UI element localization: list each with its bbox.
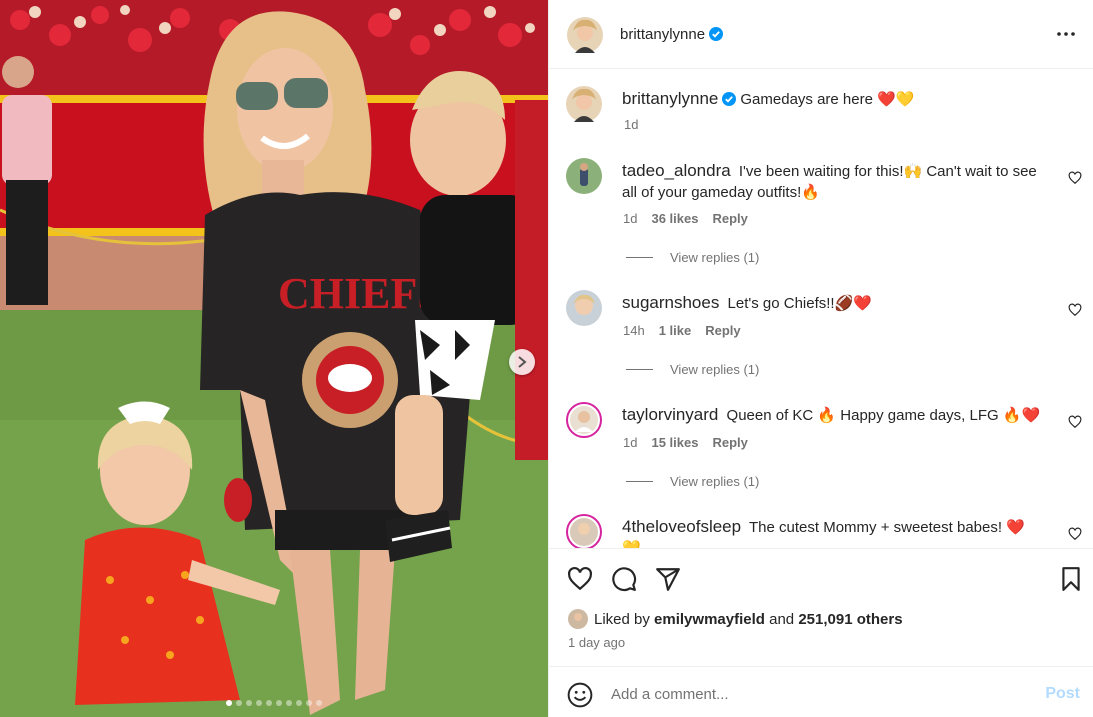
reply-button[interactable]: Reply bbox=[712, 211, 747, 226]
heart-icon[interactable] bbox=[1068, 171, 1082, 185]
svg-text:CHIEFS: CHIEFS bbox=[278, 269, 442, 318]
heart-icon[interactable] bbox=[567, 566, 593, 592]
post-comment-button[interactable]: Post bbox=[1045, 685, 1080, 703]
carousel-dot bbox=[246, 700, 252, 706]
comment-text-block: taylorvinyard Queen of KC 🔥 Happy game d… bbox=[622, 404, 1042, 426]
comment-text: Queen of KC 🔥 Happy game days, LFG 🔥❤️ bbox=[726, 407, 1041, 424]
comment-input[interactable] bbox=[611, 679, 1031, 709]
verified-badge-icon bbox=[709, 27, 724, 41]
comment-text-block: 4theloveofsleep The cutest Mommy + sweet… bbox=[622, 516, 1042, 548]
verified-badge-icon bbox=[722, 92, 737, 106]
more-options-icon[interactable] bbox=[1054, 24, 1078, 44]
comment-time: 14h bbox=[623, 323, 645, 338]
reply-button[interactable]: Reply bbox=[705, 323, 740, 338]
heart-icon[interactable] bbox=[1068, 303, 1082, 317]
post-header: brittanylynne bbox=[549, 0, 1093, 69]
post-actions: Liked by emilywmayfield and 251,091 othe… bbox=[549, 548, 1093, 666]
carousel-dot bbox=[236, 700, 242, 706]
heart-icon[interactable] bbox=[1068, 415, 1082, 429]
add-comment-bar: Post bbox=[549, 666, 1093, 717]
comment-likes[interactable]: 15 likes bbox=[651, 435, 698, 450]
chevron-right-icon bbox=[518, 356, 527, 368]
carousel-dot bbox=[286, 700, 292, 706]
comment-username[interactable]: tadeo_alondra bbox=[622, 161, 731, 180]
caption-text: Gamedays are here ❤️💛 bbox=[740, 91, 915, 108]
photo-scene: CHIEFS bbox=[0, 0, 548, 717]
comment-avatar[interactable] bbox=[566, 290, 602, 326]
caption-username[interactable]: brittanylynne bbox=[622, 89, 718, 108]
comment-meta: 1d 15 likes Reply bbox=[623, 435, 762, 450]
carousel-dot bbox=[296, 700, 302, 706]
likes-user[interactable]: emilywmayfield bbox=[654, 611, 765, 628]
heart-icon[interactable] bbox=[1068, 527, 1082, 541]
comments-list[interactable]: brittanylynne Gamedays are here ❤️💛 1d ta… bbox=[549, 70, 1093, 548]
divider bbox=[626, 481, 653, 482]
comment-text-block: tadeo_alondra I've been waiting for this… bbox=[622, 160, 1042, 203]
caption-time: 1d bbox=[624, 117, 639, 132]
carousel-dot bbox=[276, 700, 282, 706]
view-replies-label[interactable]: View replies (1) bbox=[670, 362, 759, 377]
divider bbox=[626, 369, 653, 370]
caption-avatar[interactable] bbox=[566, 86, 602, 122]
comment-meta: 1d 36 likes Reply bbox=[623, 211, 762, 226]
carousel-dot bbox=[316, 700, 322, 706]
post-photo[interactable]: CHIEFS bbox=[0, 0, 548, 717]
comment-time: 1d bbox=[623, 435, 638, 450]
liker-avatar[interactable] bbox=[568, 609, 588, 629]
bookmark-icon[interactable] bbox=[1058, 566, 1084, 592]
reply-button[interactable]: Reply bbox=[712, 435, 747, 450]
author-username-text[interactable]: brittanylynne bbox=[620, 26, 705, 43]
carousel-dot bbox=[226, 700, 232, 706]
comment-likes[interactable]: 1 like bbox=[659, 323, 692, 338]
view-replies-label[interactable]: View replies (1) bbox=[670, 250, 759, 265]
author-avatar[interactable] bbox=[567, 17, 603, 53]
comment-username[interactable]: 4theloveofsleep bbox=[622, 517, 741, 536]
caption-meta: 1d bbox=[624, 117, 652, 132]
comment-text-block: sugarnshoes Let's go Chiefs!!🏈❤️ bbox=[622, 292, 1042, 314]
comment-avatar-story[interactable] bbox=[566, 514, 602, 548]
likes-prefix: Liked by bbox=[594, 610, 650, 628]
view-replies-button[interactable]: View replies (1) bbox=[626, 250, 759, 265]
comment-username[interactable]: sugarnshoes bbox=[622, 293, 719, 312]
carousel-indicator bbox=[0, 700, 548, 706]
comment-avatar[interactable] bbox=[566, 158, 602, 194]
comment-text: Let's go Chiefs!!🏈❤️ bbox=[727, 295, 872, 312]
comment-icon[interactable] bbox=[611, 566, 637, 592]
divider bbox=[626, 257, 653, 258]
comment-likes[interactable]: 36 likes bbox=[651, 211, 698, 226]
author-username[interactable]: brittanylynne bbox=[620, 26, 724, 43]
comment-username[interactable]: taylorvinyard bbox=[622, 405, 718, 424]
comment-meta: 14h 1 like Reply bbox=[623, 323, 755, 338]
share-icon[interactable] bbox=[655, 566, 681, 592]
carousel-dot bbox=[306, 700, 312, 706]
view-replies-label[interactable]: View replies (1) bbox=[670, 474, 759, 489]
post-panel: brittanylynne brittanylynne Gamedays are … bbox=[548, 0, 1093, 717]
carousel-next-button[interactable] bbox=[509, 349, 535, 375]
emoji-icon[interactable] bbox=[567, 682, 593, 708]
likes-summary[interactable]: Liked by emilywmayfield and 251,091 othe… bbox=[568, 609, 903, 629]
comment-avatar-story[interactable] bbox=[566, 402, 602, 438]
likes-count[interactable]: 251,091 others bbox=[798, 611, 902, 628]
view-replies-button[interactable]: View replies (1) bbox=[626, 362, 759, 377]
view-replies-button[interactable]: View replies (1) bbox=[626, 474, 759, 489]
carousel-dot bbox=[256, 700, 262, 706]
likes-joiner: and bbox=[769, 610, 795, 628]
comment-time: 1d bbox=[623, 211, 638, 226]
post-timestamp[interactable]: 1 day ago bbox=[568, 635, 625, 650]
carousel-dot bbox=[266, 700, 272, 706]
caption-text-block: brittanylynne Gamedays are here ❤️💛 bbox=[622, 88, 1042, 110]
